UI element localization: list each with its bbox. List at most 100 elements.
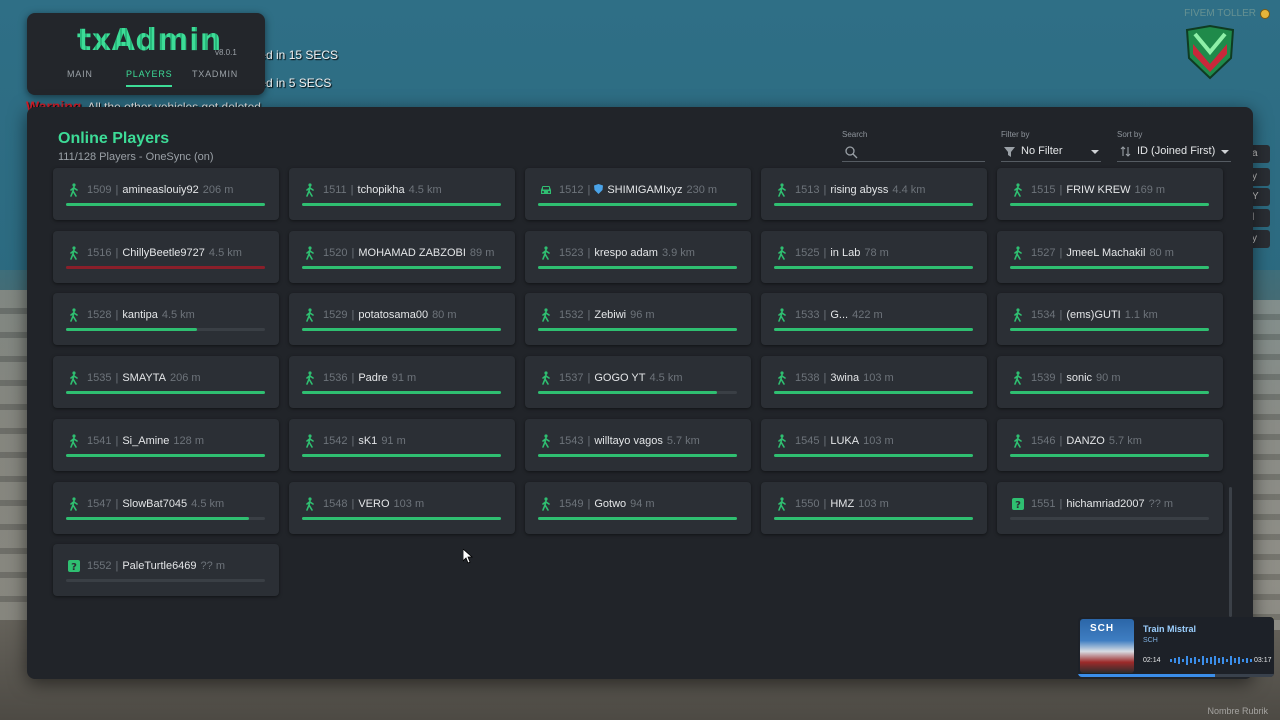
player-id: 1541 (87, 434, 112, 447)
player-info: 1528 | kantipa 4.5 km (87, 309, 195, 321)
separator: | (115, 184, 119, 196)
player-id: 1551 (1031, 497, 1056, 510)
separator: | (1059, 184, 1063, 196)
music-progress[interactable] (1078, 674, 1274, 677)
svg-text:?: ? (1015, 500, 1021, 511)
player-card[interactable]: 1541 | Si_Amine 128 m (53, 418, 279, 471)
scrollbar[interactable] (1229, 487, 1232, 617)
player-card[interactable]: 1546 | DANZO 5.7 km (997, 418, 1223, 471)
separator: | (1059, 497, 1063, 510)
player-card[interactable]: 1534 | (ems)GUTI 1.1 km (997, 293, 1223, 346)
player-name: Padre (358, 372, 388, 385)
health-bar (538, 516, 737, 520)
filter-select[interactable]: No Filter (1001, 142, 1101, 162)
player-card[interactable]: 1542 | sK1 91 m (289, 418, 515, 471)
player-info: 1550 | HMZ 103 m (795, 498, 889, 510)
player-name: hichamriad2007 (1066, 497, 1145, 510)
player-id: 1538 (795, 372, 820, 385)
player-card[interactable]: 1532 | Zebiwi 96 m (525, 293, 751, 346)
health-bar (774, 516, 973, 520)
player-distance: 4.5 km (649, 372, 683, 385)
player-id: 1537 (559, 372, 584, 385)
walk-icon (1011, 308, 1025, 323)
search-input[interactable] (862, 144, 982, 160)
player-distance: 169 m (1134, 184, 1166, 196)
player-name: VERO (358, 497, 390, 510)
sort-value: ID (Joined First) (1137, 145, 1216, 157)
health-bar-fill (1010, 328, 1209, 332)
player-name: 3wina (830, 372, 860, 385)
player-info: 1547 | SlowBat7045 4.5 km (87, 498, 224, 510)
player-card[interactable]: ? 1551 | hichamriad2007?? m (997, 481, 1223, 534)
player-id: 1509 (87, 184, 112, 196)
player-card[interactable]: 1550 | HMZ 103 m (761, 481, 987, 534)
separator: | (823, 434, 827, 447)
player-card[interactable]: 1525 | in Lab 78 m (761, 230, 987, 283)
health-bar (302, 265, 501, 269)
player-card[interactable]: 1548 | VERO 103 m (289, 481, 515, 534)
walk-icon (775, 496, 789, 511)
health-bar-fill (66, 391, 265, 395)
player-name: HMZ (830, 497, 855, 510)
player-card[interactable]: 1515 | FRIW KREW 169 m (997, 168, 1223, 220)
chat-line-1: ted in 15 SECS (256, 48, 339, 62)
player-distance: 91 m (381, 434, 406, 447)
player-card[interactable]: 1549 | Gotwo 94 m (525, 481, 751, 534)
player-id: 1536 (323, 372, 348, 385)
player-name: SlowBat7045 (122, 497, 188, 510)
tab-txadmin[interactable]: TXADMIN (192, 69, 238, 85)
svg-text:?: ? (71, 562, 77, 573)
player-card[interactable]: 1520 | MOHAMAD ZABZOBI 89 m (289, 230, 515, 283)
player-distance: 5.7 km (1108, 434, 1142, 447)
search-label: Search (842, 130, 868, 139)
separator: | (1059, 309, 1063, 322)
health-bar-fill (302, 453, 501, 457)
health-bar-fill (774, 328, 973, 332)
walk-icon (1011, 246, 1025, 260)
player-card[interactable]: 1543 | willtayo vagos 5.7 km (525, 418, 751, 471)
separator: | (587, 434, 591, 447)
time-elapsed: 02:14 (1143, 657, 1161, 664)
sort-select[interactable]: ID (Joined First) (1117, 142, 1231, 162)
player-card[interactable]: 1528 | kantipa 4.5 km (53, 293, 279, 346)
walk-icon (539, 496, 553, 511)
player-card[interactable]: 1513 | rising abyss 4.4 km (761, 168, 987, 220)
tab-main[interactable]: MAIN (67, 69, 93, 85)
player-id: 1529 (323, 309, 348, 322)
player-name: Si_Amine (122, 434, 170, 447)
health-bar-fill (66, 453, 265, 457)
walk-icon (1011, 371, 1025, 385)
player-card[interactable]: 1529 | potatosama00 80 m (289, 293, 515, 346)
health-bar (66, 579, 265, 583)
tab-players[interactable]: PLAYERS (126, 69, 173, 87)
player-info: 1534 | (ems)GUTI 1.1 km (1031, 309, 1158, 321)
health-bar (66, 328, 265, 332)
player-distance: 5.7 km (666, 434, 700, 447)
player-distance: 80 m (432, 309, 457, 322)
player-card[interactable]: 1512 | SHIMIGAMIxyz 230 m (525, 168, 751, 220)
walk-icon (539, 246, 553, 260)
search-field[interactable] (842, 142, 985, 162)
player-card[interactable]: 1536 | Padre 91 m (289, 356, 515, 409)
player-card[interactable]: 1509 | amineaslouiy92 206 m (53, 168, 279, 220)
player-card[interactable]: 1538 | 3wina 103 m (761, 356, 987, 409)
player-card[interactable]: 1547 | SlowBat7045 4.5 km (53, 481, 279, 534)
player-card[interactable]: ? 1552 | PaleTurtle6469?? m (53, 544, 279, 597)
player-card[interactable]: 1539 | sonic 90 m (997, 356, 1223, 409)
walk-icon (539, 434, 553, 448)
player-card[interactable]: 1545 | LUKA 103 m (761, 418, 987, 471)
health-bar (302, 328, 501, 332)
health-bar-fill (774, 203, 973, 206)
player-card[interactable]: 1523 | krespo adam 3.9 km (525, 230, 751, 283)
player-card[interactable]: 1537 | GOGO YT 4.5 km (525, 356, 751, 409)
music-player[interactable]: SCH Train Mistral SCH 02:14 03:17 (1078, 617, 1274, 677)
player-card[interactable]: 1516 | ChillyBeetle9727 4.5 km (53, 230, 279, 283)
player-distance: 422 m (852, 309, 883, 322)
player-card[interactable]: 1527 | JmeeL Machakil 80 m (997, 230, 1223, 283)
player-card[interactable]: 1533 | G... 422 m (761, 293, 987, 346)
player-card[interactable]: 1535 | SMAYTA 206 m (53, 356, 279, 409)
player-name: PaleTurtle6469 (122, 560, 197, 573)
player-distance: 4.4 km (892, 184, 926, 196)
player-id: 1533 (795, 309, 820, 322)
player-card[interactable]: 1511 | tchopikha 4.5 km (289, 168, 515, 220)
